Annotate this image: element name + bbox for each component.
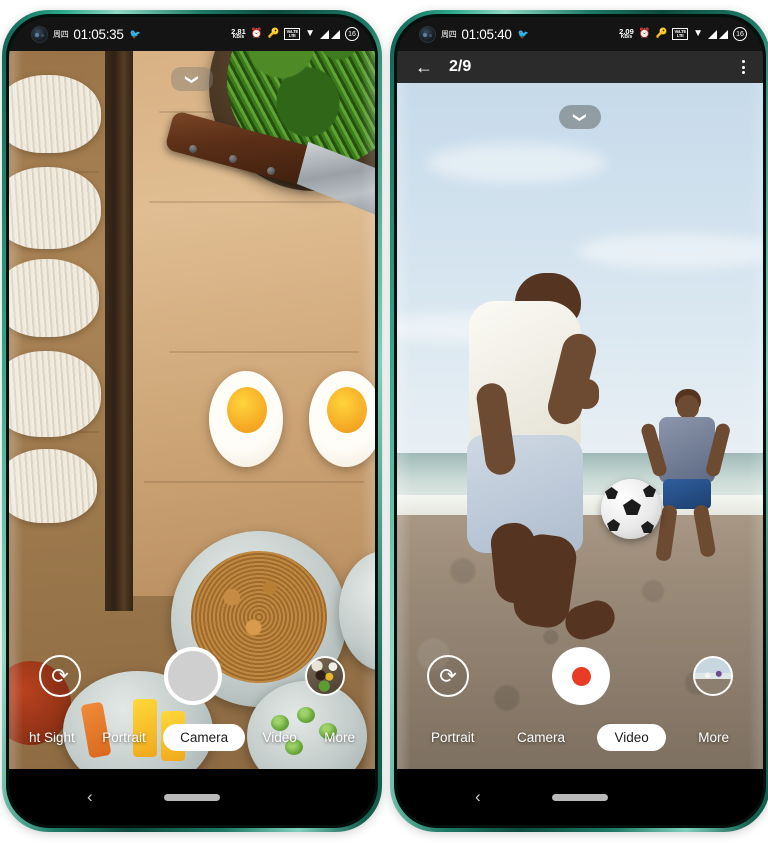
back-arrow-icon-right[interactable]: ← <box>415 58 433 76</box>
camera-controls-left: ⟳ <box>9 647 375 705</box>
vpn-key-icon-left: 🔑 <box>267 28 280 40</box>
volte-icon-left: VoLTE LTE <box>284 28 301 40</box>
camera-viewfinder-left[interactable]: ❯ ⟳ ht Sight Portrait Camera Video More <box>9 51 375 769</box>
signal-sim1-icon-left <box>320 29 329 39</box>
mode-selector-right: Portrait Camera Video More <box>397 724 763 751</box>
chevron-down-icon-right[interactable]: ❯ <box>559 105 601 129</box>
alarm-clock-icon-right: ⏰ <box>638 28 651 40</box>
front-camera-punchhole-left <box>31 25 48 43</box>
volte-label-bottom-left: LTE <box>288 33 296 38</box>
chevron-down-icon-left[interactable]: ❯ <box>171 67 213 91</box>
record-button-right[interactable] <box>552 647 610 705</box>
kebab-menu-icon-right[interactable] <box>742 60 745 74</box>
signal-sim2-icon-left <box>331 29 340 39</box>
status-day-label-right: 周四 <box>441 29 457 39</box>
phone-screen-left: 周四 01:05:35 🐦 2.81 KB/s ⏰ 🔑 VoLTE LTE ▼ … <box>9 17 375 825</box>
phone-device-right: 周四 01:05:40 🐦 2.09 KB/s ⏰ 🔑 VoLTE LTE ▼ … <box>390 10 768 832</box>
nav-back-icon-left[interactable]: ‹ <box>87 787 93 807</box>
network-speed-unit-left: KB/s <box>232 34 245 41</box>
mode-more-left[interactable]: More <box>314 725 365 750</box>
network-speed-unit-right: KB/s <box>620 34 633 41</box>
status-clock-right: 01:05:40 <box>461 26 512 42</box>
app-nav-header-right: ← 2/9 <box>397 51 763 83</box>
camera-controls-right: ⟳ <box>397 647 763 705</box>
volte-label-bottom-right: LTE <box>676 33 684 38</box>
volte-icon-right: VoLTE LTE <box>672 28 689 40</box>
status-bar-right-group-left: 2.81 KB/s ⏰ 🔑 VoLTE LTE ▼ 16 <box>231 27 359 41</box>
signal-sim1-icon-right <box>708 29 717 39</box>
camera-flip-icon-left[interactable]: ⟳ <box>39 655 81 697</box>
network-speed-indicator-left: 2.81 KB/s <box>231 28 246 41</box>
mode-portrait-right[interactable]: Portrait <box>421 725 485 750</box>
mode-selector-left: ht Sight Portrait Camera Video More <box>9 724 375 751</box>
status-bar-right-group-right: 2.09 KB/s ⏰ 🔑 VoLTE LTE ▼ 16 <box>619 27 747 41</box>
mode-camera-left[interactable]: Camera <box>163 724 246 751</box>
system-nav-bar-right: ‹ <box>397 769 763 825</box>
phone-bezel-left: 周四 01:05:35 🐦 2.81 KB/s ⏰ 🔑 VoLTE LTE ▼ … <box>6 14 378 828</box>
signal-sim2-icon-right <box>719 29 728 39</box>
front-camera-punchhole-right <box>419 25 436 43</box>
status-clock-left: 01:05:35 <box>73 26 124 42</box>
mode-video-right[interactable]: Video <box>597 724 666 751</box>
page-counter-title: 2/9 <box>449 58 472 75</box>
vpn-key-icon-right: 🔑 <box>655 28 668 40</box>
phone-device-left: 周四 01:05:35 🐦 2.81 KB/s ⏰ 🔑 VoLTE LTE ▼ … <box>2 10 382 832</box>
status-bar-left-group: 周四 01:05:35 🐦 <box>31 25 141 43</box>
wifi-icon-left: ▼ <box>305 28 315 39</box>
signal-bars-right <box>708 29 728 39</box>
dual-phone-comparison: 周四 01:05:35 🐦 2.81 KB/s ⏰ 🔑 VoLTE LTE ▼ … <box>0 0 768 846</box>
nav-home-indicator-left[interactable] <box>164 793 220 801</box>
status-bar-right: 周四 01:05:40 🐦 2.09 KB/s ⏰ 🔑 VoLTE LTE ▼ … <box>397 17 763 51</box>
mode-video-left[interactable]: Video <box>253 725 307 750</box>
alarm-clock-icon-left: ⏰ <box>250 28 263 40</box>
gallery-thumbnail-right[interactable] <box>693 656 733 696</box>
signal-bars-left <box>320 29 340 39</box>
phone-bezel-right: 周四 01:05:40 🐦 2.09 KB/s ⏰ 🔑 VoLTE LTE ▼ … <box>394 14 766 828</box>
mode-camera-right[interactable]: Camera <box>507 725 575 750</box>
record-dot-icon <box>571 666 591 686</box>
shutter-button-left[interactable] <box>164 647 222 705</box>
camera-flip-icon-right[interactable]: ⟳ <box>427 655 469 697</box>
bird-icon-left: 🐦 <box>129 28 141 39</box>
mode-night-sight-left[interactable]: ht Sight <box>19 725 85 750</box>
wifi-icon-right: ▼ <box>693 28 703 39</box>
status-day-label-left: 周四 <box>53 29 69 39</box>
status-bar-left: 周四 01:05:35 🐦 2.81 KB/s ⏰ 🔑 VoLTE LTE ▼ … <box>9 17 375 51</box>
nav-back-icon-right[interactable]: ‹ <box>475 787 481 807</box>
mode-portrait-left[interactable]: Portrait <box>92 725 156 750</box>
network-speed-indicator-right: 2.09 KB/s <box>619 28 634 41</box>
nav-home-indicator-right[interactable] <box>552 793 608 801</box>
mode-more-right[interactable]: More <box>688 725 739 750</box>
battery-indicator-right: 16 <box>733 27 747 41</box>
gallery-thumbnail-left[interactable] <box>305 656 345 696</box>
system-nav-bar-left: ‹ <box>9 769 375 825</box>
phone-screen-right: 周四 01:05:40 🐦 2.09 KB/s ⏰ 🔑 VoLTE LTE ▼ … <box>397 17 763 825</box>
status-bar-left-group-right: 周四 01:05:40 🐦 <box>419 25 529 43</box>
bird-icon-right: 🐦 <box>517 28 529 39</box>
battery-indicator-left: 16 <box>345 27 359 41</box>
camera-viewfinder-right[interactable]: ❯ ⟳ Portrait Camera Video More <box>397 83 763 769</box>
